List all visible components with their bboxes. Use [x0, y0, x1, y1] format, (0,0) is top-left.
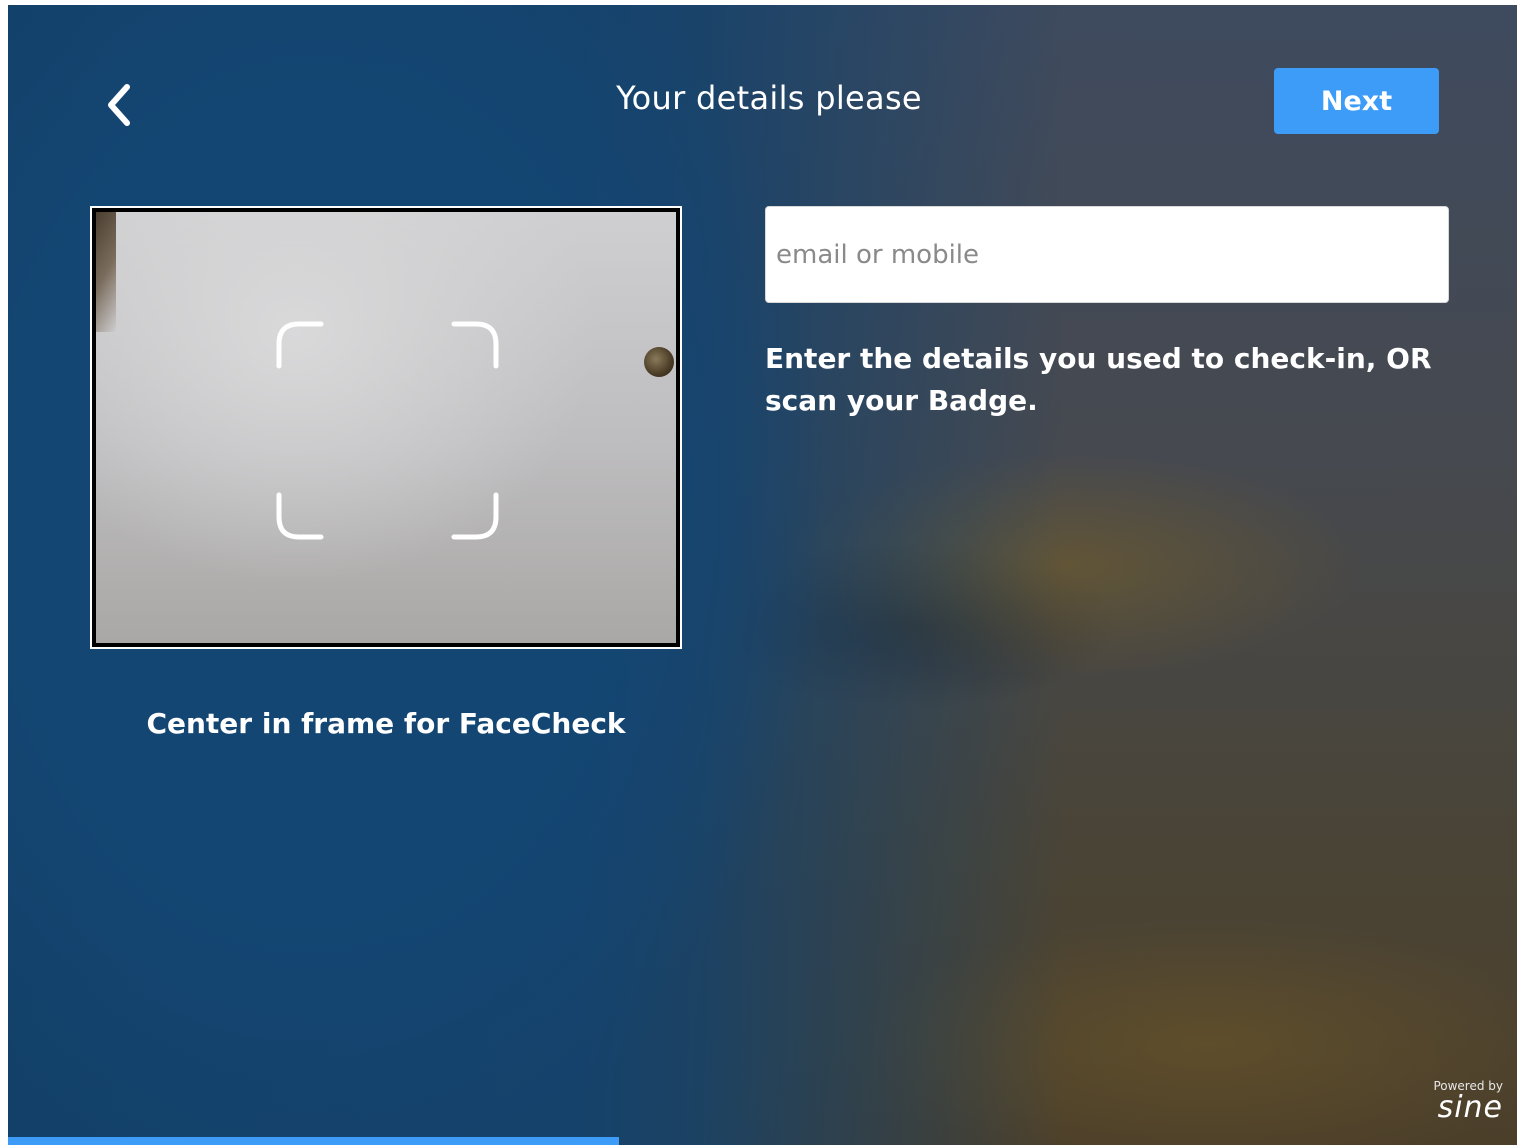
- instructions-text: Enter the details you used to check-in, …: [765, 342, 1432, 417]
- powered-by-badge: Powered by sine: [1433, 1079, 1503, 1123]
- sine-logo: sine: [1437, 1090, 1503, 1125]
- camera-scene-knob: [644, 347, 674, 377]
- kiosk-screen: Your details please Next Center in frame…: [8, 5, 1517, 1145]
- camera-scene-edge: [96, 212, 116, 332]
- camera-feed: [96, 212, 676, 643]
- face-frame-guide-icon: [276, 321, 499, 540]
- camera-preview: [90, 206, 682, 649]
- progress-bar: [8, 1137, 1517, 1145]
- progress-fill: [8, 1137, 620, 1145]
- next-button[interactable]: Next: [1274, 68, 1439, 134]
- face-frame-guide: [276, 319, 499, 542]
- email-or-mobile-input[interactable]: [765, 206, 1449, 303]
- facecheck-caption: Center in frame for FaceCheck: [146, 707, 626, 740]
